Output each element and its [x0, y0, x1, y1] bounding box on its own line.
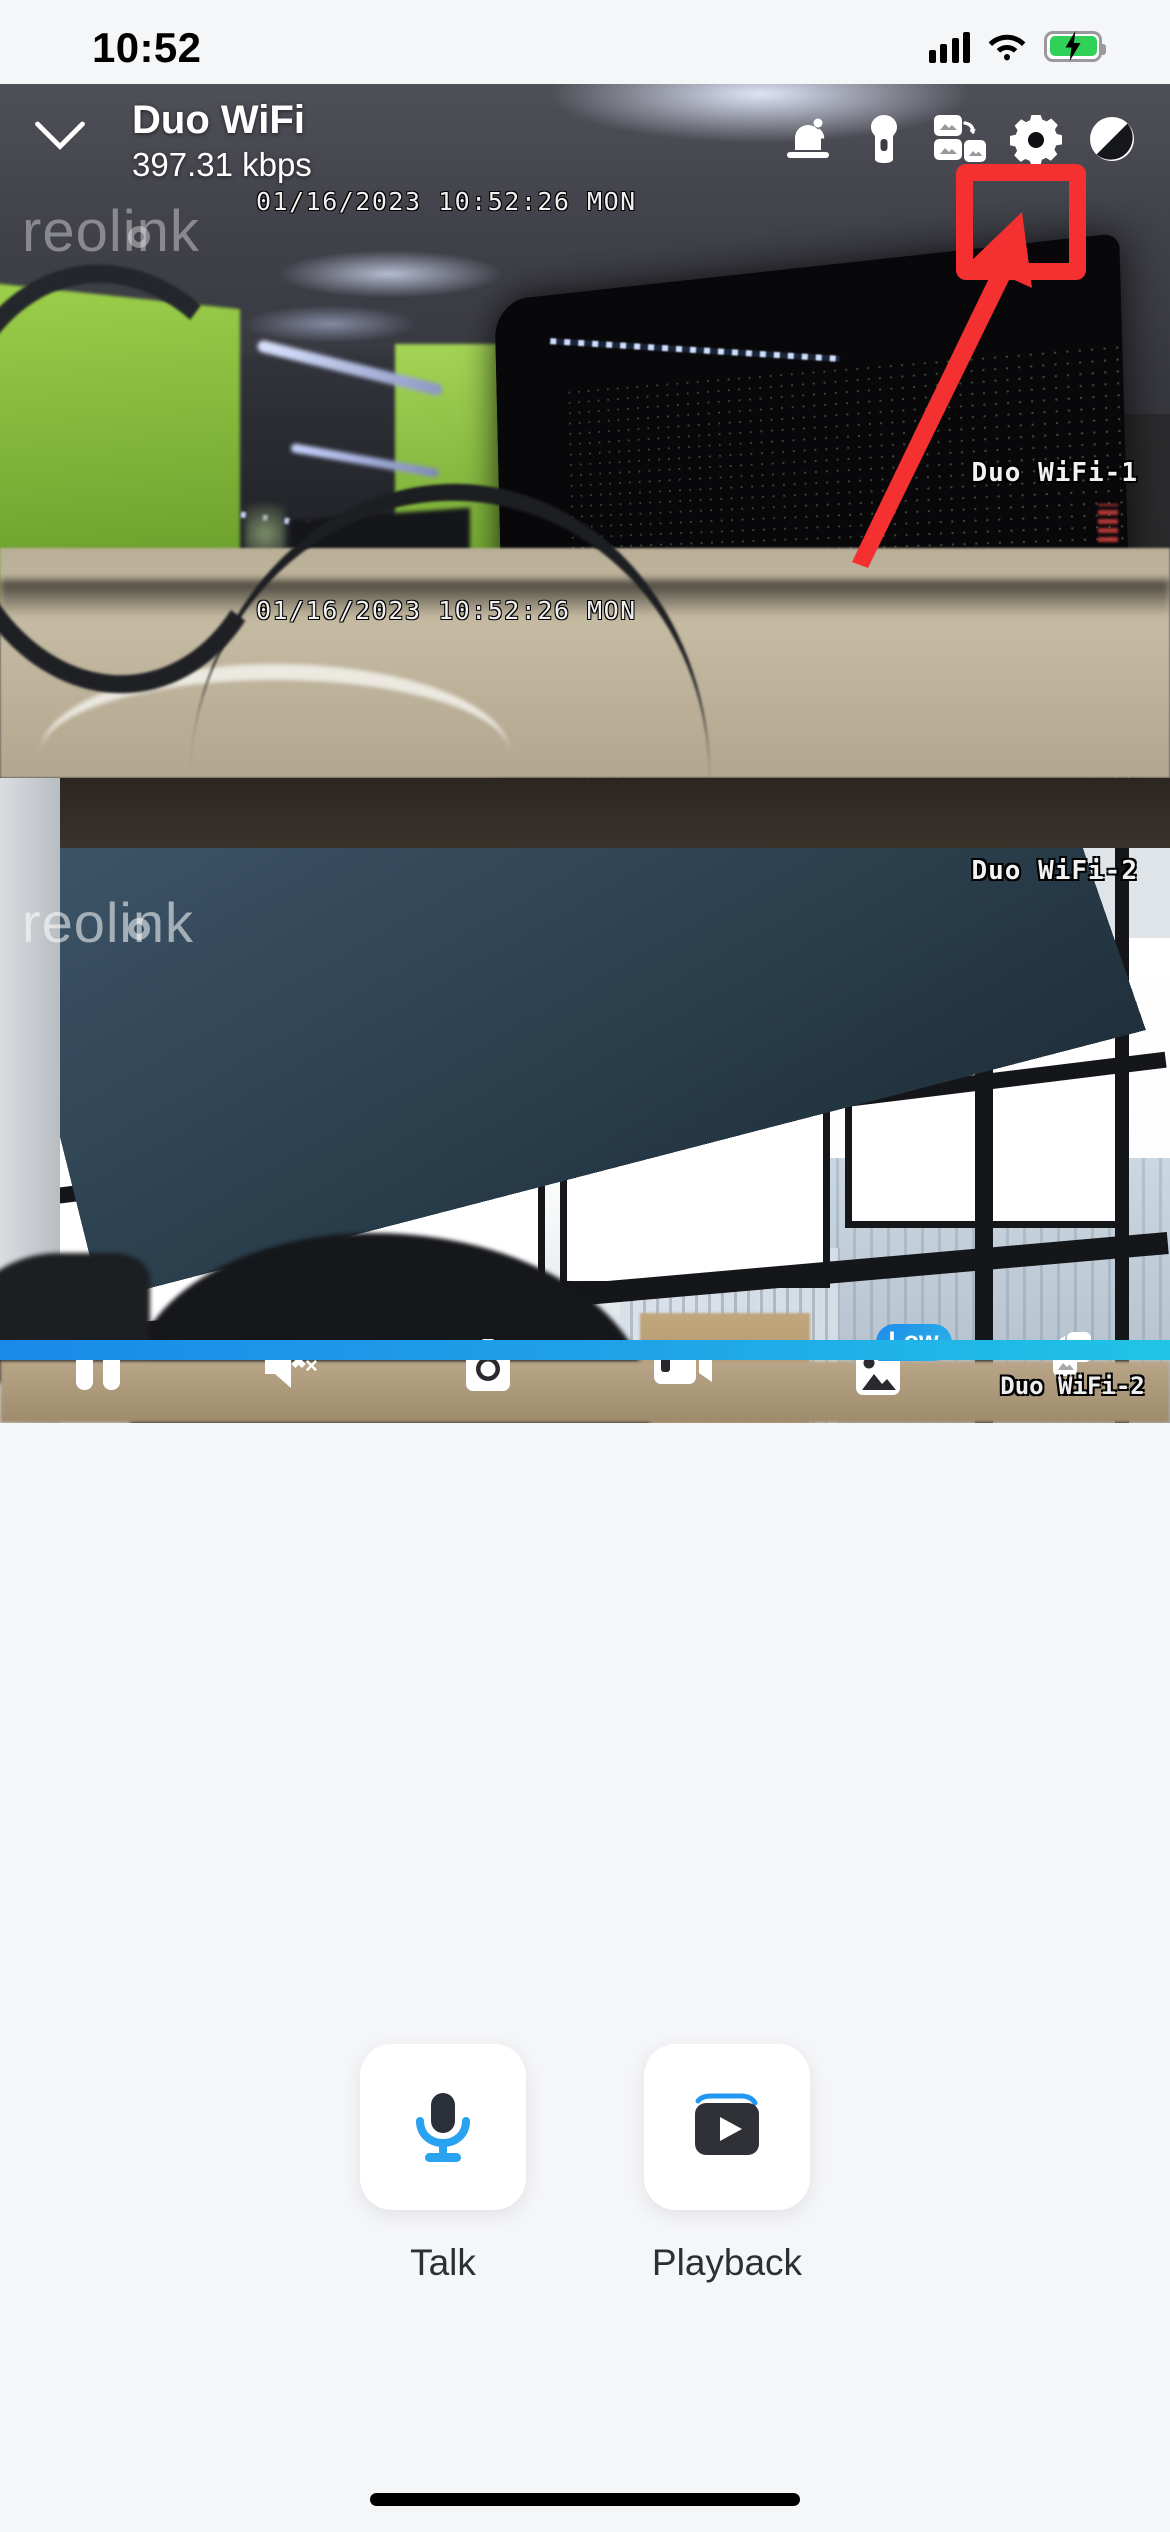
half-circle-icon [1090, 117, 1134, 161]
swap-layout-button[interactable]: Duo WiFi-2 [975, 1320, 1170, 1410]
mute-button[interactable]: × [195, 1320, 390, 1410]
pause-button[interactable] [0, 1320, 195, 1410]
brand-watermark-dot-1 [128, 226, 150, 248]
phone-screen: 10:52 reolink reolink 01/16/2023 10:52:2… [0, 0, 1170, 2532]
osd-channel-label-1: Duo WiFi-1 [971, 458, 1138, 488]
camera-bitrate: 397.31 kbps [132, 146, 312, 183]
cellular-bars-icon [928, 29, 970, 63]
stream-progress-bar[interactable] [0, 1340, 1170, 1360]
wifi-icon [988, 34, 1026, 61]
swap-layout-label: Duo WiFi-2 [1000, 1372, 1145, 1400]
video-toolbar: × Low [0, 1320, 1170, 1410]
status-bar-indicators [928, 26, 1106, 66]
playback-action[interactable]: Playback [644, 2044, 810, 2304]
siren-button[interactable] [770, 104, 846, 174]
video-stack[interactable]: reolink reolink 01/16/2023 10:52:26 MON … [0, 84, 1170, 1444]
talk-button[interactable] [360, 2044, 526, 2210]
playback-label: Playback [651, 2242, 803, 2283]
status-bar-clock: 10:52 [92, 24, 202, 71]
settings-gear-button[interactable] [998, 104, 1074, 174]
battery-charging-icon [1044, 30, 1106, 62]
quality-button[interactable]: Low [780, 1320, 975, 1410]
layout-split-icon [934, 115, 986, 162]
microphone-icon [416, 2093, 470, 2162]
status-bar: 10:52 [0, 0, 1170, 84]
playback-button[interactable] [644, 2044, 810, 2210]
osd-timestamp-2: 01/16/2023 10:52:26 MON [256, 596, 637, 625]
video-header: Duo WiFi 397.31 kbps [0, 84, 1170, 194]
layout-toggle-button[interactable] [922, 104, 998, 174]
chevron-down-icon[interactable] [30, 106, 90, 166]
talk-label: Talk [410, 2242, 476, 2283]
home-indicator[interactable] [370, 2493, 800, 2506]
play-video-icon [695, 2093, 759, 2155]
action-button-row: Talk Playback [0, 2044, 1170, 2304]
daynight-button[interactable] [1074, 104, 1150, 174]
siren-icon [787, 118, 829, 158]
flashlight-button[interactable] [846, 104, 922, 174]
camera-title: Duo WiFi [132, 98, 305, 142]
osd-channel-label-2: Duo WiFi-2 [971, 856, 1138, 886]
header-icon-row [770, 104, 1150, 174]
gear-icon [1010, 115, 1062, 165]
snapshot-button[interactable] [390, 1320, 585, 1410]
talk-action[interactable]: Talk [360, 2044, 526, 2304]
record-button[interactable] [585, 1320, 780, 1410]
brand-watermark-dot-2 [128, 918, 150, 940]
flashlight-icon [871, 115, 897, 163]
